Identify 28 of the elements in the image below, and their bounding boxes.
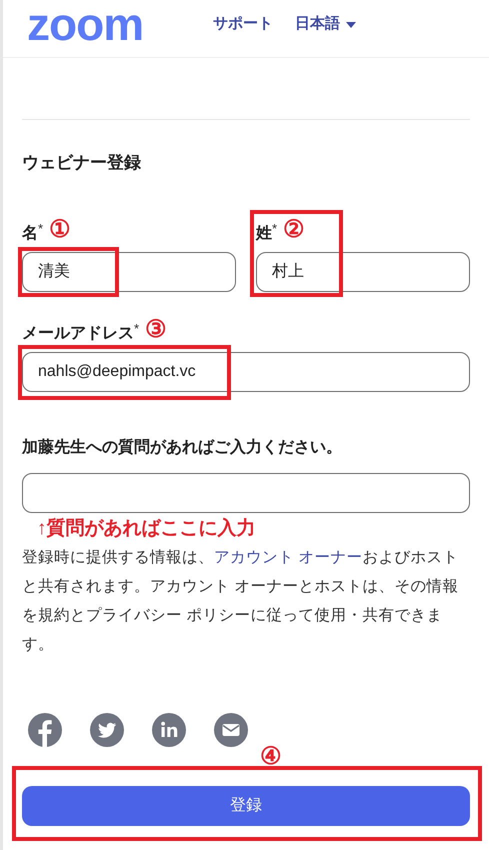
required-mark: * <box>38 222 44 234</box>
field-label: 名 <box>22 226 38 242</box>
form-title: ウェビナー登録 <box>22 152 142 174</box>
privacy-notice: 登録時に提供する情報は、アカウント オーナーおよびホストと共有されます。アカウント オーナーとホストは、その情報を規約とプライバシー ポリシーに従って使用・共有できます。 <box>22 548 460 654</box>
support-link[interactable]: サポート <box>213 13 274 36</box>
required-mark: * <box>134 322 140 334</box>
annotation-number: ② <box>283 218 306 242</box>
language-dropdown[interactable]: 日本語 <box>295 13 356 36</box>
register-button[interactable]: 登録 <box>22 786 470 826</box>
annotation-number: ④ <box>260 744 282 768</box>
question-field[interactable] <box>22 472 470 512</box>
logo[interactable]: zoom <box>27 0 144 46</box>
bird-icon[interactable] <box>90 712 124 746</box>
annotation-number: ① <box>49 218 72 242</box>
annotation-text: ↑質問があればここに入力 <box>37 516 256 540</box>
email-field[interactable]: nahls@deepimpact.vc <box>22 352 470 392</box>
question-label: 加藤先生への質問があればご入力ください。 <box>22 437 343 458</box>
annotation-number: ③ <box>145 318 168 342</box>
name-field[interactable]: 清美 <box>22 252 236 292</box>
envelope-icon[interactable] <box>214 712 248 746</box>
account-owner-link[interactable]: アカウント オーナー <box>214 548 362 566</box>
field-label: 姓 <box>256 226 272 242</box>
name-field[interactable]: 村上 <box>256 252 470 292</box>
required-mark: * <box>272 222 278 234</box>
facebook-icon[interactable] <box>28 712 62 746</box>
linkedin-icon[interactable] <box>152 712 186 746</box>
field-label: メールアドレス <box>22 326 134 342</box>
caret-icon <box>346 22 356 28</box>
